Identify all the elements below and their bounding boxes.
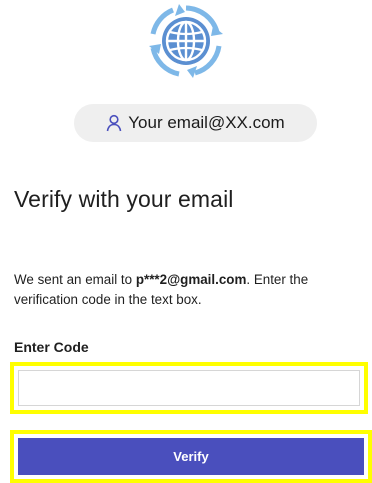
account-pill[interactable]: Your email@XX.com: [74, 104, 317, 142]
verify-button-highlight: Verify: [10, 430, 372, 483]
globe-logo-icon: [147, 2, 225, 80]
page-title: Verify with your email: [14, 186, 234, 212]
code-label: Enter Code: [14, 339, 89, 355]
person-icon: [106, 114, 122, 132]
masked-email: p***2@gmail.com: [135, 272, 247, 287]
verify-email-page: Your email@XX.com Verify with your email…: [0, 0, 372, 483]
verification-code-input[interactable]: [18, 370, 360, 406]
code-input-highlight: [10, 362, 368, 414]
description-prefix: We sent an email to: [14, 272, 136, 287]
verification-description: We sent an email to p***2@gmail.com. Ent…: [14, 270, 364, 310]
account-email-label: Your email@XX.com: [128, 113, 285, 132]
verify-button[interactable]: Verify: [18, 438, 364, 475]
